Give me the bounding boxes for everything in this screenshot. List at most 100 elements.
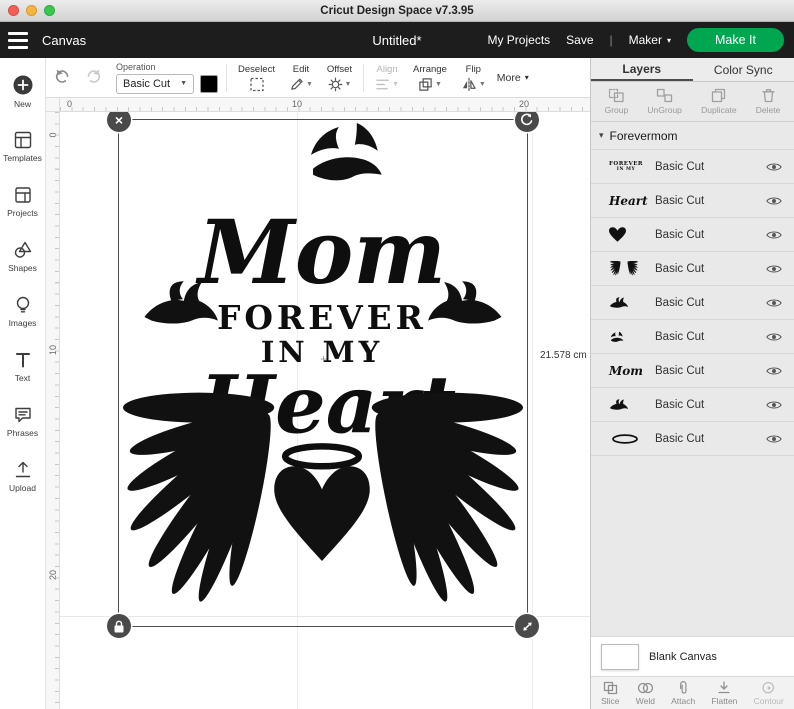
undo-button[interactable] bbox=[52, 66, 74, 89]
flatten-button[interactable]: Flatten bbox=[711, 680, 737, 706]
layer-row[interactable]: Basic Cut bbox=[591, 422, 794, 456]
chevron-down-icon: ▼ bbox=[344, 80, 352, 88]
panel-spacer bbox=[591, 456, 794, 636]
sidebar-item-templates[interactable]: Templates bbox=[0, 119, 45, 174]
zoom-window-button[interactable] bbox=[44, 5, 55, 16]
layer-row[interactable]: Mom Basic Cut bbox=[591, 354, 794, 388]
layer-row[interactable]: Basic Cut bbox=[591, 286, 794, 320]
visibility-eye-icon[interactable] bbox=[766, 366, 782, 376]
hamburger-menu-icon[interactable] bbox=[0, 22, 36, 58]
chevron-down-icon: ▾ bbox=[666, 35, 671, 45]
tab-layers[interactable]: Layers bbox=[591, 58, 693, 81]
sidebar-item-shapes[interactable]: Shapes bbox=[0, 229, 45, 284]
app-header: Canvas Untitled* My Projects Save | Make… bbox=[0, 22, 794, 58]
canvas-area: 0 10 20 0 10 20 Mom FOREVER IN MY Heart … bbox=[46, 98, 590, 709]
ruler-corner bbox=[46, 98, 60, 112]
weld-button[interactable]: Weld bbox=[636, 681, 655, 706]
operation-label: Operation bbox=[116, 61, 156, 72]
layer-thumb-flying-dove-icon bbox=[609, 331, 649, 343]
plus-circle-icon bbox=[13, 75, 32, 95]
layer-thumb-forever-in-my-text: FOREVER IN MY bbox=[609, 160, 643, 173]
deselect-dashed-box-icon bbox=[249, 77, 264, 91]
layer-group-name: Forevermom bbox=[609, 128, 678, 143]
edit-menu-button[interactable]: Edit ▼ bbox=[286, 64, 316, 92]
contour-button[interactable]: Contour bbox=[754, 681, 784, 706]
horizontal-ruler: 0 10 20 bbox=[60, 98, 590, 112]
layer-thumb-heart-script-text: Heart bbox=[609, 193, 648, 208]
blank-canvas-label: Blank Canvas bbox=[649, 650, 717, 663]
sidebar-item-new[interactable]: New bbox=[0, 64, 45, 119]
artwork-word-mom: Mom bbox=[195, 201, 446, 304]
rotate-handle[interactable] bbox=[515, 112, 539, 132]
sidebar-item-phrases[interactable]: Phrases bbox=[0, 394, 45, 449]
tab-color-sync[interactable]: Color Sync bbox=[693, 58, 794, 81]
blank-canvas-swatch[interactable] bbox=[601, 643, 639, 670]
left-sidebar: New Templates Projects Shapes Images Tex… bbox=[0, 58, 46, 709]
artwork-forevermom[interactable]: Mom FOREVER IN MY Heart bbox=[119, 120, 527, 626]
visibility-eye-icon[interactable] bbox=[766, 230, 782, 240]
artwork-word-heart: Heart bbox=[198, 357, 456, 451]
selection-bounding-box[interactable]: Mom FOREVER IN MY Heart × bbox=[107, 112, 539, 638]
collapse-caret-icon[interactable]: ▾ bbox=[599, 130, 604, 141]
halo-ellipse-shape bbox=[281, 443, 363, 470]
machine-selector[interactable]: Maker ▾ bbox=[629, 33, 671, 47]
attach-button[interactable]: Attach bbox=[671, 680, 695, 706]
group-icon bbox=[608, 88, 624, 103]
visibility-eye-icon[interactable] bbox=[766, 400, 782, 410]
sidebar-item-projects[interactable]: Projects bbox=[0, 174, 45, 229]
align-lines-icon bbox=[376, 79, 389, 89]
visibility-eye-icon[interactable] bbox=[766, 298, 782, 308]
slice-icon bbox=[603, 681, 617, 694]
vertical-ruler: 0 10 20 bbox=[46, 112, 60, 709]
layer-row[interactable]: Basic Cut bbox=[591, 218, 794, 252]
panel-tabs: Layers Color Sync bbox=[591, 58, 794, 82]
operation-select[interactable]: Basic Cut ▼ bbox=[116, 73, 195, 94]
sidebar-item-images[interactable]: Images bbox=[0, 284, 45, 339]
sidebar-item-upload[interactable]: Upload bbox=[0, 449, 45, 504]
layer-row[interactable]: FOREVER IN MY Basic Cut bbox=[591, 150, 794, 184]
color-swatch[interactable] bbox=[200, 74, 219, 93]
lock-handle[interactable] bbox=[107, 614, 131, 638]
deselect-button[interactable]: Deselect bbox=[235, 64, 278, 92]
rotate-icon bbox=[521, 113, 533, 126]
visibility-eye-icon[interactable] bbox=[766, 196, 782, 206]
group-button[interactable]: Group bbox=[605, 88, 628, 115]
make-it-button[interactable]: Make It bbox=[687, 28, 784, 52]
layer-thumb-heart-icon bbox=[609, 227, 649, 242]
layer-thumb-wings-icon bbox=[609, 261, 649, 276]
arrange-menu-button[interactable]: Arrange ▼ bbox=[410, 64, 450, 92]
sidebar-item-text[interactable]: Text bbox=[0, 339, 45, 394]
layer-row[interactable]: Basic Cut bbox=[591, 388, 794, 422]
visibility-eye-icon[interactable] bbox=[766, 332, 782, 342]
layer-row[interactable]: Basic Cut bbox=[591, 252, 794, 286]
my-projects-link[interactable]: My Projects bbox=[487, 33, 550, 47]
redo-button[interactable] bbox=[82, 66, 104, 89]
duplicate-button[interactable]: Duplicate bbox=[701, 88, 737, 115]
visibility-eye-icon[interactable] bbox=[766, 264, 782, 274]
save-link[interactable]: Save bbox=[566, 33, 593, 47]
visibility-eye-icon[interactable] bbox=[766, 434, 782, 444]
minimize-window-button[interactable] bbox=[26, 5, 37, 16]
ungroup-button[interactable]: UnGroup bbox=[647, 88, 682, 115]
layer-row[interactable]: Heart Basic Cut bbox=[591, 184, 794, 218]
chevron-down-icon: ▼ bbox=[434, 80, 442, 88]
more-menu-button[interactable]: More ▾ bbox=[497, 72, 529, 84]
artwork-word-forever: FOREVER bbox=[217, 298, 427, 337]
offset-menu-button[interactable]: Offset ▼ bbox=[324, 64, 355, 92]
arrange-stack-icon bbox=[419, 77, 432, 91]
layer-group-row[interactable]: ▾ Forevermom bbox=[591, 122, 794, 150]
close-window-button[interactable] bbox=[8, 5, 19, 16]
design-canvas[interactable]: Mom FOREVER IN MY Heart × + 21.578 cm bbox=[60, 112, 590, 709]
pencil-icon bbox=[291, 78, 303, 90]
layer-row[interactable]: Basic Cut bbox=[591, 320, 794, 354]
delete-handle[interactable]: × bbox=[107, 112, 131, 132]
flip-menu-button[interactable]: Flip ▼ bbox=[458, 64, 489, 92]
align-menu-button[interactable]: Align ▼ bbox=[372, 64, 402, 92]
chevron-down-icon: ▼ bbox=[392, 80, 400, 88]
visibility-eye-icon[interactable] bbox=[766, 162, 782, 172]
resize-handle[interactable] bbox=[515, 614, 539, 638]
slice-button[interactable]: Slice bbox=[601, 681, 620, 706]
speech-bubble-icon bbox=[14, 407, 31, 423]
chevron-down-icon: ▼ bbox=[180, 80, 188, 87]
delete-button[interactable]: Delete bbox=[756, 88, 780, 115]
